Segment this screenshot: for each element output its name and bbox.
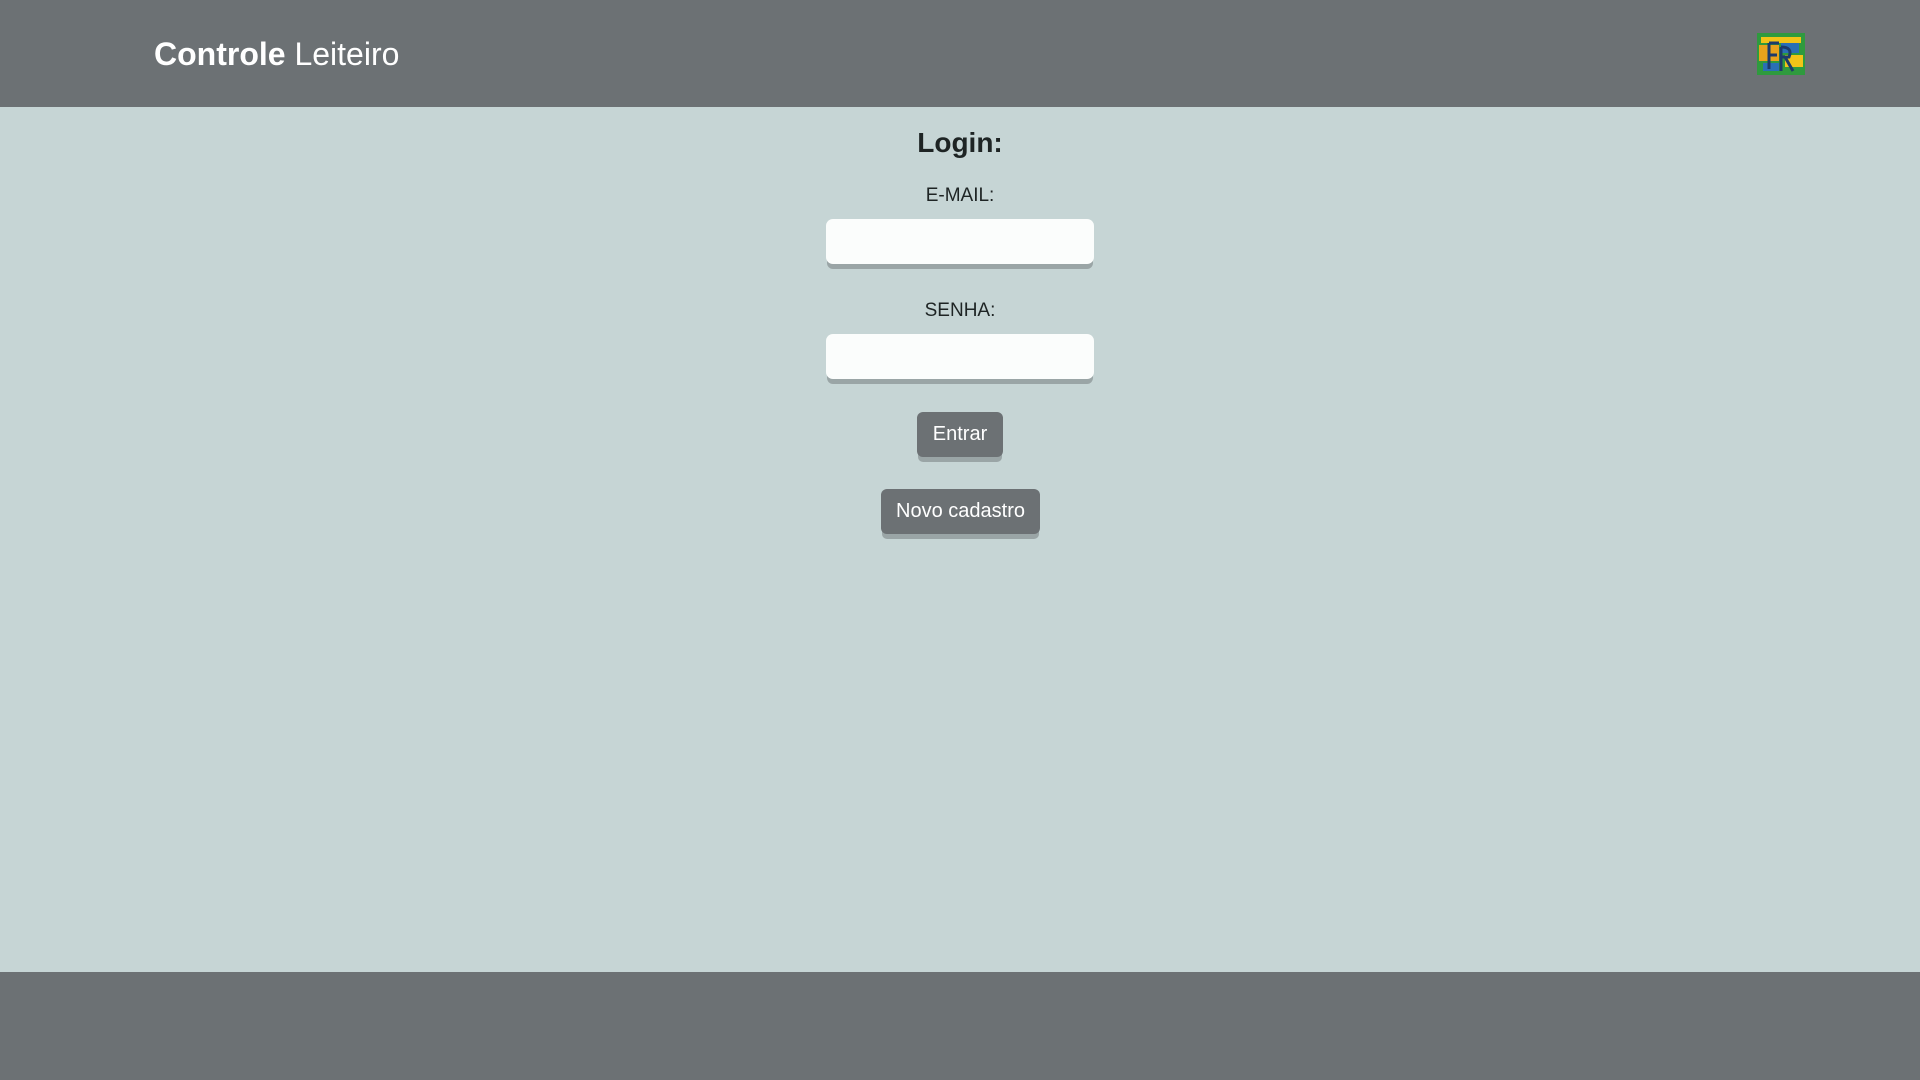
login-title: Login: [917, 127, 1003, 158]
submit-button[interactable]: Entrar [917, 412, 1003, 457]
password-input[interactable] [826, 334, 1094, 379]
app-logo-icon[interactable] [1757, 33, 1805, 75]
header-bar: Controle Leiteiro [0, 0, 1920, 107]
footer-bar [0, 972, 1920, 1080]
password-label: SENHA: [924, 300, 996, 321]
email-input[interactable] [826, 219, 1094, 264]
app-brand[interactable]: Controle Leiteiro [154, 34, 399, 74]
register-button[interactable]: Novo cadastro [881, 489, 1040, 534]
email-label: E-MAIL: [925, 185, 995, 206]
brand-light-text: Leiteiro [285, 36, 400, 72]
brand-bold-text: Controle [154, 36, 286, 72]
